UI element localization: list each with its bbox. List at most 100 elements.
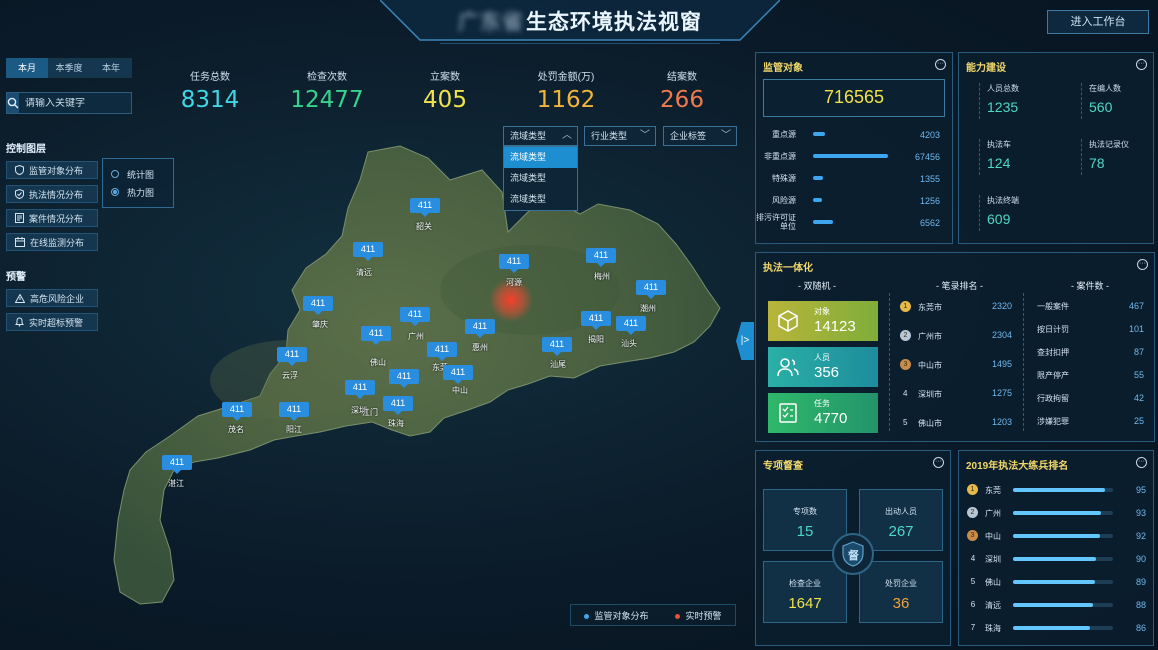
tab-year[interactable]: 本年 <box>90 58 132 78</box>
enter-workbench-button[interactable]: 进入工作台 <box>1047 10 1149 34</box>
legend-dot <box>675 613 681 619</box>
warning-label: 实时超标预警 <box>29 317 84 328</box>
box-value: 15 <box>796 523 814 540</box>
city-label: 肇庆 <box>312 320 328 329</box>
search-icon[interactable] <box>7 93 19 113</box>
map-pin[interactable]: 411 <box>222 402 252 421</box>
case-value: 467 <box>1128 301 1144 311</box>
map-pin[interactable]: 411 <box>400 307 430 326</box>
map-pin[interactable]: 411 <box>427 342 457 361</box>
score-fill <box>1013 557 1097 561</box>
legend-item-realtime[interactable]: 实时预警 <box>675 609 722 622</box>
score-track <box>1013 603 1113 607</box>
row-bar <box>813 198 822 202</box>
capacity-divider <box>1081 83 1082 119</box>
badge-icon <box>15 189 24 199</box>
chevron-down-icon: ﹀ <box>721 130 731 141</box>
industry-type-select[interactable]: 行业类型 ﹀ <box>584 126 656 146</box>
map-pin[interactable]: 411 <box>616 316 646 335</box>
collapse-panel-button[interactable]: |> <box>736 322 754 360</box>
warning-high-risk-button[interactable]: 高危风险企业 <box>6 289 98 307</box>
map-pin[interactable]: 411 <box>465 319 495 338</box>
city-label: 湛江 <box>168 479 184 488</box>
layer-cases-button[interactable]: 案件情况分布 <box>6 209 98 227</box>
layer-monitoring-button[interactable]: 在线监测分布 <box>6 233 98 251</box>
search-input[interactable] <box>19 97 157 109</box>
rank-value: 1275 <box>991 388 1012 398</box>
map-pin[interactable]: 411 <box>303 296 333 315</box>
score-track <box>1013 557 1113 561</box>
layer-enforcement-button[interactable]: 执法情况分布 <box>6 185 98 203</box>
city-label: 惠州 <box>472 343 488 352</box>
capacity-label: 在编人数 <box>1089 84 1121 93</box>
map-pin[interactable]: 411 <box>353 242 383 261</box>
layer-supervision-button[interactable]: 监管对象分布 <box>6 161 98 179</box>
page-title: 广东省生态环境执法视窗 <box>420 6 740 36</box>
map-pin[interactable]: 411 <box>443 365 473 384</box>
tile-tasks[interactable]: 任务 4770 <box>768 393 878 433</box>
map-pin[interactable]: 411 <box>499 254 529 273</box>
map-pin[interactable]: 411 <box>361 326 391 345</box>
map-pin[interactable]: 411 <box>410 198 440 217</box>
score-value: 92 <box>1135 531 1146 541</box>
tile-value: 4770 <box>814 410 848 427</box>
tab-quarter[interactable]: 本季度 <box>48 58 90 78</box>
city-label: 汕尾 <box>550 360 566 369</box>
legend-item-supervision[interactable]: 监管对象分布 <box>584 609 649 622</box>
row-bar <box>813 154 888 158</box>
case-value: 25 <box>1133 416 1144 426</box>
medal-icon: 2 <box>900 330 911 341</box>
case-label: 限产停产 <box>1037 371 1069 380</box>
dropdown-option[interactable]: 流域类型 <box>504 168 577 189</box>
warning-label: 高危风险企业 <box>30 293 85 304</box>
drill-ranking-panel: 2019年执法大练兵排名 ··· 1 东莞 95 2 广州 93 3 中山 92 4 深圳 90 5 佛山… <box>958 450 1154 646</box>
drill-row: 3 中山 92 <box>967 529 1152 545</box>
rank-city: 深圳 <box>985 555 1001 564</box>
map-pin[interactable]: 411 <box>277 347 307 366</box>
tab-month[interactable]: 本月 <box>6 58 48 78</box>
special-box-checked: 检查企业 1647 <box>763 561 847 623</box>
tile-personnel[interactable]: 人员 356 <box>768 347 878 387</box>
more-icon[interactable]: ··· <box>1137 259 1148 270</box>
map-pin[interactable]: 411 <box>542 337 572 356</box>
supervision-total: 716565 <box>823 87 885 107</box>
case-label: 一般案件 <box>1037 302 1069 311</box>
dropdown-option[interactable]: 流域类型 <box>504 147 577 168</box>
city-label: 云浮 <box>282 371 298 380</box>
tile-value: 356 <box>814 364 840 381</box>
row-value: 1256 <box>919 196 940 206</box>
map-pin[interactable]: 411 <box>636 280 666 299</box>
stat-label: 处罚金额(万) <box>537 72 595 83</box>
legend-label: 监管对象分布 <box>594 610 649 621</box>
supervision-total-box: 716565 <box>763 79 945 117</box>
city-label: 梅州 <box>594 272 610 281</box>
map-pin[interactable]: 411 <box>383 396 413 415</box>
map-pin[interactable]: 411 <box>345 380 375 399</box>
more-icon[interactable]: ··· <box>1136 457 1147 468</box>
supervision-panel: 监管对象 ··· 716565 重点源 4203 非重点源 67456 特殊源 1355 风… <box>755 52 953 244</box>
rank-number: 7 <box>970 623 976 632</box>
warning-realtime-button[interactable]: 实时超标预警 <box>6 313 98 331</box>
medal-icon: 3 <box>967 530 978 541</box>
score-value: 90 <box>1135 554 1146 564</box>
more-icon[interactable]: ··· <box>935 59 946 70</box>
map-pin[interactable]: 411 <box>581 311 611 330</box>
supervision-row: 特殊源 1355 <box>756 171 946 187</box>
panel-title: 2019年执法大练兵排名 <box>966 461 1069 472</box>
basin-type-select[interactable]: 流域类型 ︿ <box>503 126 578 146</box>
more-icon[interactable]: ··· <box>933 457 944 468</box>
more-icon[interactable]: ··· <box>1136 59 1147 70</box>
supervision-row: 排污许可证单位 6562 <box>756 213 946 231</box>
map-pin[interactable]: 411 <box>586 248 616 267</box>
map-pin[interactable]: 411 <box>279 402 309 421</box>
rank-value: 2320 <box>991 301 1012 311</box>
tile-objects[interactable]: 对象 14123 <box>768 301 878 341</box>
drill-row: 5 佛山 89 <box>967 575 1152 591</box>
map-pin[interactable]: 411 <box>162 455 192 474</box>
enterprise-tag-select[interactable]: 企业标签 ﹀ <box>663 126 737 146</box>
divider <box>1023 293 1024 431</box>
map-pin[interactable]: 411 <box>389 369 419 388</box>
dropdown-option[interactable]: 流域类型 <box>504 189 577 210</box>
score-track <box>1013 534 1113 538</box>
city-label: 江门 <box>362 408 378 417</box>
